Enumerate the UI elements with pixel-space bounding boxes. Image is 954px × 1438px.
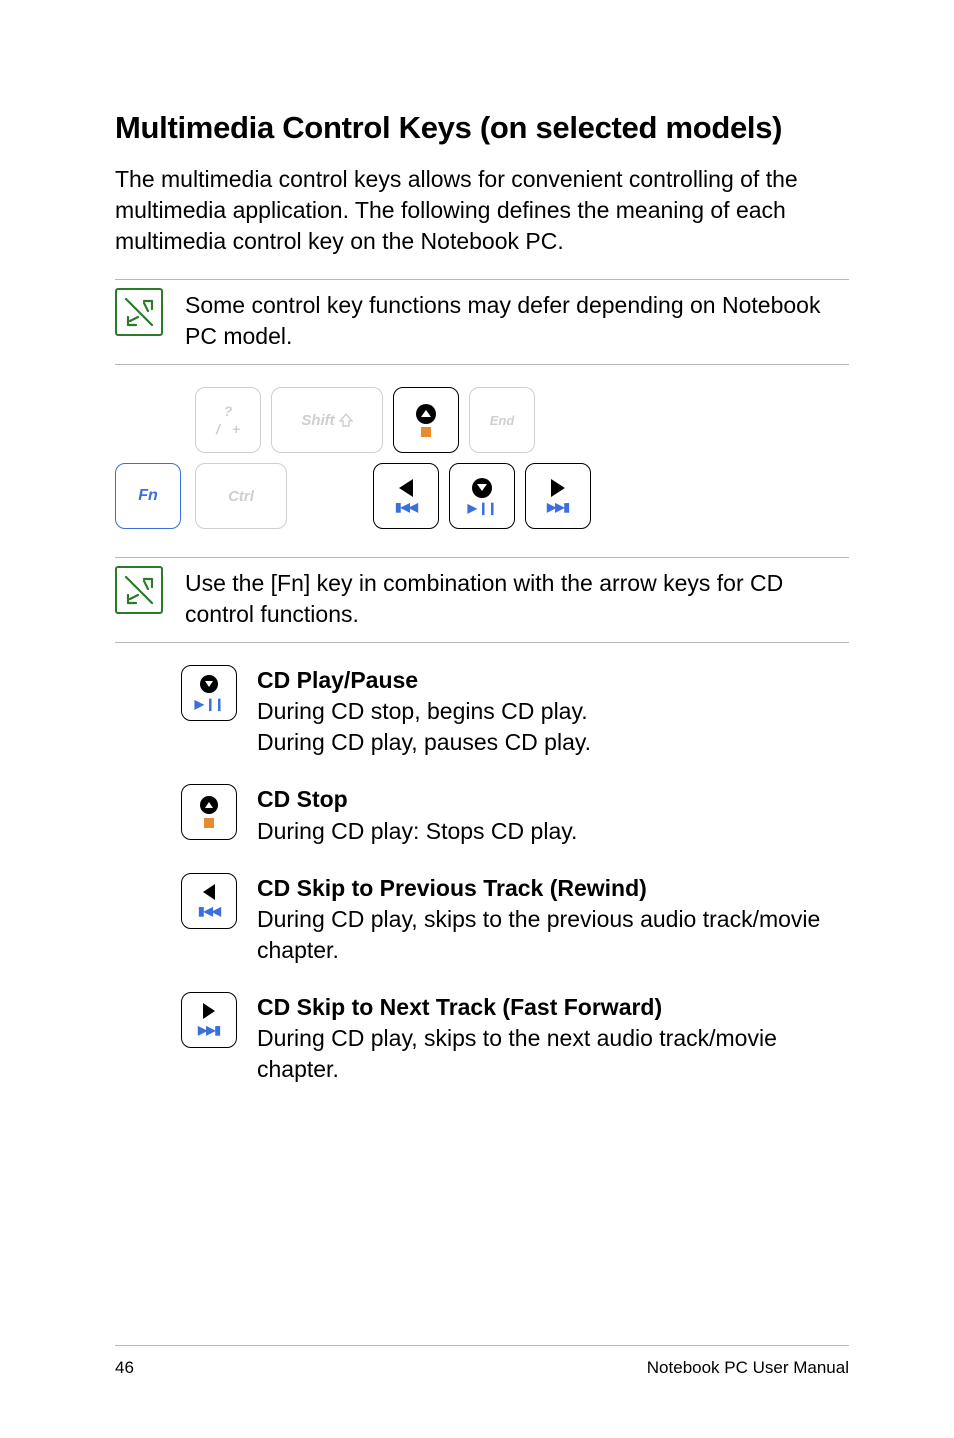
arrow-left-icon (203, 884, 215, 900)
def-stop-key-icon (181, 784, 237, 840)
arrow-right-icon (203, 1003, 215, 1019)
note-text-1: Some control key functions may defer dep… (185, 288, 849, 352)
prev-track-icon: ▮◀◀ (395, 500, 417, 514)
arrow-right-icon (551, 479, 565, 497)
definition-list: ▶ ❙❙ CD Play/Pause During CD stop, begin… (181, 665, 849, 1085)
arrow-up-disc-icon (200, 796, 218, 814)
def-prev-title: CD Skip to Previous Track (Rewind) (257, 873, 849, 904)
keyboard-illustration: Fn ? / + Shift (115, 387, 849, 529)
key-arrow-right: ▶▶▮ (525, 463, 591, 529)
manual-title: Notebook PC User Manual (647, 1358, 849, 1378)
arrow-left-icon (399, 479, 413, 497)
def-play-pause-line1: During CD stop, begins CD play. (257, 696, 591, 727)
shift-arrow-icon (339, 413, 353, 427)
arrow-down-disc-icon (472, 478, 492, 498)
key-slash-top: ? (224, 403, 233, 419)
play-pause-icon: ▶ ❙❙ (468, 501, 497, 515)
def-play-pause: ▶ ❙❙ CD Play/Pause During CD stop, begin… (181, 665, 849, 758)
arrow-down-disc-icon (200, 675, 218, 693)
def-stop: CD Stop During CD play: Stops CD play. (181, 784, 849, 846)
def-play-pause-key-icon: ▶ ❙❙ (181, 665, 237, 721)
section-heading: Multimedia Control Keys (on selected mod… (115, 110, 849, 146)
def-prev-line1: During CD play, skips to the previous au… (257, 904, 849, 966)
key-slash-bot-right: + (232, 421, 240, 437)
intro-paragraph: The multimedia control keys allows for c… (115, 164, 849, 257)
page-content: Multimedia Control Keys (on selected mod… (0, 0, 954, 1085)
def-prev-key-icon: ▮◀◀ (181, 873, 237, 929)
stop-square-icon (204, 818, 214, 828)
note-text-2: Use the [Fn] key in combination with the… (185, 566, 849, 630)
key-ctrl: Ctrl (195, 463, 287, 529)
key-fn: Fn (115, 463, 181, 529)
next-track-icon: ▶▶▮ (198, 1023, 220, 1037)
play-pause-icon: ▶ ❙❙ (195, 697, 224, 711)
footer-divider (115, 1345, 849, 1346)
def-prev: ▮◀◀ CD Skip to Previous Track (Rewind) D… (181, 873, 849, 966)
key-arrow-down: ▶ ❙❙ (449, 463, 515, 529)
def-next-title: CD Skip to Next Track (Fast Forward) (257, 992, 849, 1023)
key-arrow-up (393, 387, 459, 453)
def-stop-title: CD Stop (257, 784, 577, 815)
page-footer: 46 Notebook PC User Manual (0, 1345, 954, 1378)
def-stop-line1: During CD play: Stops CD play. (257, 816, 577, 847)
key-end: End (469, 387, 535, 453)
note-icon (115, 566, 163, 614)
stop-square-icon (421, 427, 431, 437)
note-block-2: Use the [Fn] key in combination with the… (115, 557, 849, 643)
def-next: ▶▶▮ CD Skip to Next Track (Fast Forward)… (181, 992, 849, 1085)
note-icon (115, 288, 163, 336)
arrow-up-disc-icon (416, 404, 436, 424)
note-block-1: Some control key functions may defer dep… (115, 279, 849, 365)
key-shift: Shift (271, 387, 383, 453)
def-play-pause-line2: During CD play, pauses CD play. (257, 727, 591, 758)
prev-track-icon: ▮◀◀ (198, 904, 220, 918)
def-next-line1: During CD play, skips to the next audio … (257, 1023, 849, 1085)
key-slash-bot-left: / (216, 421, 220, 437)
key-slash: ? / + (195, 387, 261, 453)
key-arrow-left: ▮◀◀ (373, 463, 439, 529)
page-number: 46 (115, 1358, 134, 1378)
def-play-pause-title: CD Play/Pause (257, 665, 591, 696)
next-track-icon: ▶▶▮ (547, 500, 569, 514)
def-next-key-icon: ▶▶▮ (181, 992, 237, 1048)
